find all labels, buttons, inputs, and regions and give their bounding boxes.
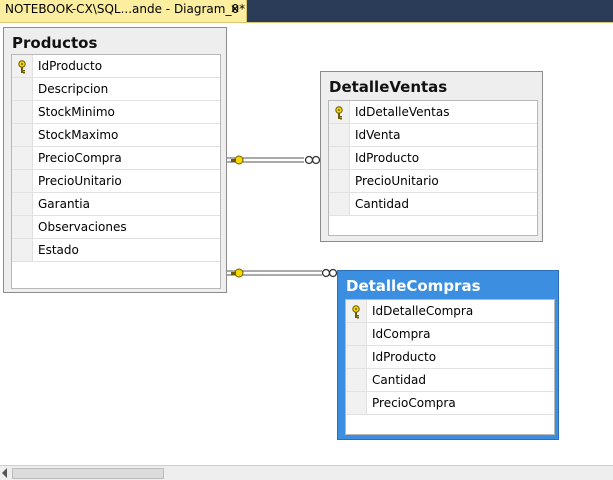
column-row[interactable]: IdDetalleVentas: [329, 101, 537, 124]
column-name: StockMaximo: [38, 128, 119, 142]
row-selector[interactable]: [12, 55, 33, 77]
scroll-left-icon[interactable]: [2, 468, 7, 478]
row-selector[interactable]: [329, 170, 350, 192]
table-detalleventas[interactable]: DetalleVentas IdDetalleVentas IdVenta IdPr…: [320, 71, 543, 242]
column-row[interactable]: IdCompra: [346, 323, 554, 346]
column-name: IdProducto: [38, 59, 103, 73]
row-selector[interactable]: [12, 193, 33, 215]
scrollbar-thumb[interactable]: [12, 468, 164, 479]
column-name: PrecioCompra: [38, 151, 122, 165]
new-column-row[interactable]: [329, 216, 537, 239]
column-name: IdCompra: [372, 327, 431, 341]
row-selector[interactable]: [12, 216, 33, 238]
column-name: Observaciones: [38, 220, 127, 234]
infinity-icon: [321, 268, 338, 278]
row-selector[interactable]: [12, 78, 33, 100]
row-selector[interactable]: [346, 323, 367, 345]
table-title: DetalleCompras: [346, 277, 481, 295]
column-name: StockMinimo: [38, 105, 115, 119]
horizontal-scrollbar[interactable]: [0, 465, 613, 480]
key-icon: [350, 304, 362, 319]
column-name: PrecioUnitario: [355, 174, 439, 188]
column-name: PrecioCompra: [372, 396, 456, 410]
column-row[interactable]: Cantidad: [346, 369, 554, 392]
column-grid: IdProducto Descripcion StockMinimo StockMax…: [11, 54, 221, 289]
row-selector[interactable]: [329, 101, 350, 123]
column-row[interactable]: IdDetalleCompra: [346, 300, 554, 323]
key-icon: [231, 155, 244, 165]
row-selector[interactable]: [329, 193, 350, 215]
column-name: IdProducto: [372, 350, 437, 364]
row-selector[interactable]: [346, 346, 367, 368]
key-icon: [333, 105, 345, 120]
column-row[interactable]: Observaciones: [12, 216, 220, 239]
relationship-productos-detalleventas[interactable]: [227, 155, 321, 165]
column-name: IdDetalleVentas: [355, 105, 450, 119]
table-productos[interactable]: Productos IdProducto Descripcion StockMini…: [3, 27, 227, 293]
column-row[interactable]: PrecioCompra: [346, 392, 554, 415]
column-row[interactable]: IdVenta: [329, 124, 537, 147]
column-row[interactable]: StockMinimo: [12, 101, 220, 124]
column-row[interactable]: Descripcion: [12, 78, 220, 101]
infinity-icon: [304, 155, 321, 165]
row-selector[interactable]: [12, 124, 33, 146]
key-icon: [16, 59, 28, 74]
column-row[interactable]: Estado: [12, 239, 220, 262]
relationship-productos-detallecompras[interactable]: [227, 268, 338, 278]
row-selector[interactable]: [329, 147, 350, 169]
column-row[interactable]: StockMaximo: [12, 124, 220, 147]
column-name: IdDetalleCompra: [372, 304, 474, 318]
row-selector[interactable]: [346, 392, 367, 414]
row-selector[interactable]: [12, 170, 33, 192]
row-selector[interactable]: [346, 300, 367, 322]
column-row[interactable]: PrecioCompra: [12, 147, 220, 170]
column-name: IdVenta: [355, 128, 401, 142]
table-title: DetalleVentas: [329, 78, 448, 96]
column-row[interactable]: IdProducto: [329, 147, 537, 170]
column-name: PrecioUnitario: [38, 174, 122, 188]
column-name: Descripcion: [38, 82, 109, 96]
table-title: Productos: [12, 34, 98, 52]
column-row[interactable]: IdProducto: [346, 346, 554, 369]
row-selector[interactable]: [12, 147, 33, 169]
key-icon: [231, 268, 244, 278]
column-row[interactable]: Garantia: [12, 193, 220, 216]
new-column-row[interactable]: [346, 415, 554, 438]
column-name: Cantidad: [372, 373, 426, 387]
new-column-row[interactable]: [12, 262, 220, 285]
table-detallecompras[interactable]: DetalleCompras IdDetalleCompra IdCompra Id…: [337, 270, 559, 440]
row-selector[interactable]: [346, 369, 367, 391]
row-selector[interactable]: [329, 124, 350, 146]
column-name: IdProducto: [355, 151, 420, 165]
column-grid: IdDetalleVentas IdVenta IdProducto PrecioUn…: [328, 100, 538, 236]
column-name: Cantidad: [355, 197, 409, 211]
column-row[interactable]: Cantidad: [329, 193, 537, 216]
row-selector[interactable]: [12, 239, 33, 261]
column-row[interactable]: PrecioUnitario: [329, 170, 537, 193]
row-selector[interactable]: [12, 101, 33, 123]
column-row[interactable]: PrecioUnitario: [12, 170, 220, 193]
column-name: Estado: [38, 243, 79, 257]
column-grid: IdDetalleCompra IdCompra IdProducto Cantida…: [345, 299, 555, 435]
column-row[interactable]: IdProducto: [12, 55, 220, 78]
column-name: Garantia: [38, 197, 90, 211]
